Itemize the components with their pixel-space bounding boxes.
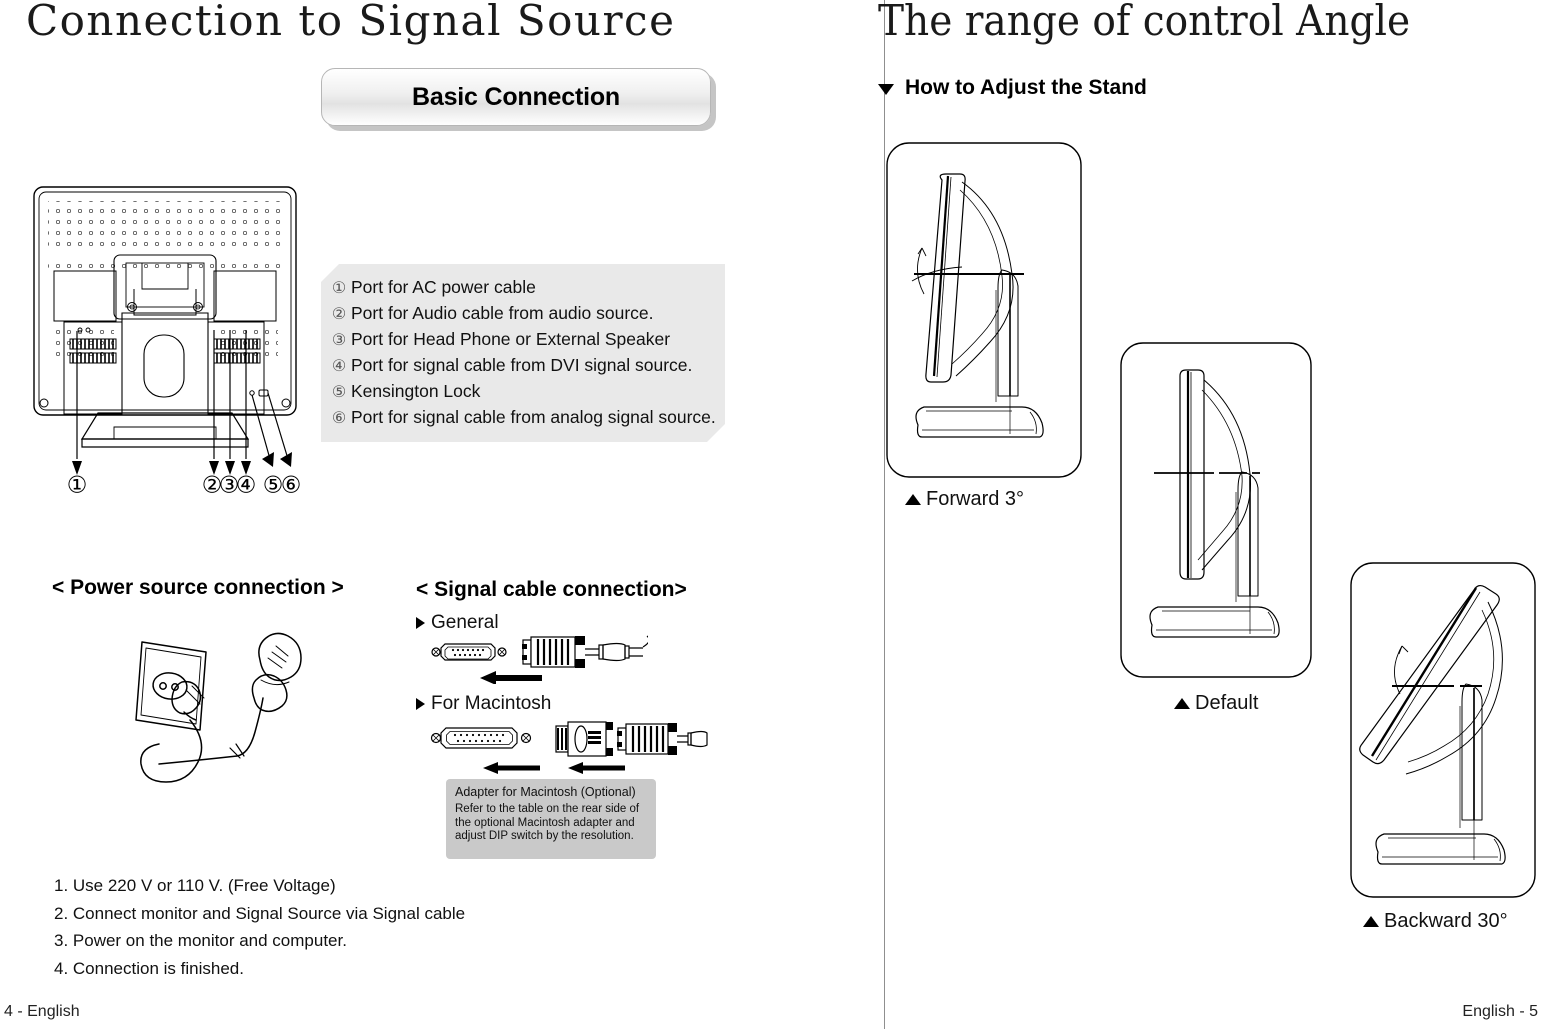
monitor-rear-illustration: ① ② ③ ④ ⑤ ⑥ [33, 186, 302, 496]
port-description: Port for Head Phone or External Speaker [351, 329, 671, 349]
signal-cable-section-heading: < Signal cable connection> [416, 578, 687, 601]
general-label-text: General [431, 612, 499, 633]
macintosh-label-text: For Macintosh [431, 693, 552, 714]
port-number: ③ [331, 332, 347, 349]
list-item: ② Port for Audio cable from audio source… [329, 301, 725, 327]
connection-steps-list: 1. Use 220 V or 110 V. (Free Voltage) 2.… [54, 872, 465, 982]
triangle-up-icon [1363, 916, 1379, 927]
basic-connection-button[interactable]: Basic Connection [321, 68, 711, 126]
note-title: Adapter for Macintosh (Optional) [455, 785, 636, 799]
footer-right-page-number: English - 5 [1462, 1003, 1538, 1020]
list-item: ⑤ Kensington Lock [329, 379, 725, 405]
port-number: ⑤ [331, 384, 347, 401]
arrow-left-icon [568, 762, 625, 774]
stand-backward-caption: Backward 30° [1363, 910, 1508, 933]
triangle-right-icon [416, 617, 425, 629]
stand-default-caption-text: Default [1195, 692, 1259, 714]
ports-legend-panel: ① Port for AC power cable ② Port for Aud… [321, 264, 725, 442]
stand-backward-illustration [1350, 562, 1536, 898]
triangle-right-icon [416, 698, 425, 710]
triangle-up-icon [905, 494, 921, 505]
general-connection-label: General [416, 612, 499, 634]
adjust-stand-subheading: How to Adjust the Stand [878, 76, 1147, 100]
stand-forward-illustration [886, 142, 1082, 478]
arrow-left-icon [483, 762, 540, 774]
page-title-right: The range of control Angle [878, 0, 1411, 45]
port-description: Port for signal cable from DVI signal so… [351, 355, 693, 375]
port-number: ① [331, 280, 347, 297]
arrow-left-icon [480, 671, 542, 684]
general-signal-cable-illustration [431, 635, 648, 684]
stand-forward-caption-text: Forward 3° [926, 488, 1025, 510]
macintosh-signal-cable-illustration [430, 721, 708, 774]
stand-forward-caption: Forward 3° [905, 488, 1024, 511]
power-source-section-heading: < Power source connection > [52, 576, 344, 599]
left-page: Connection to Signal Source Basic Connec… [0, 0, 884, 1029]
callout-number-6: ⑥ [281, 473, 302, 496]
triangle-up-icon [1174, 698, 1190, 709]
port-description: Port for AC power cable [351, 277, 536, 297]
port-number: ④ [331, 358, 347, 375]
list-item: ③ Port for Head Phone or External Speake… [329, 327, 725, 353]
list-item: 4. Connection is finished. [54, 958, 244, 978]
list-item: 1. Use 220 V or 110 V. (Free Voltage) [54, 876, 336, 895]
list-item: ⑥ Port for signal cable from analog sign… [329, 405, 725, 431]
basic-connection-label: Basic Connection [412, 82, 620, 111]
port-description: Kensington Lock [351, 381, 481, 401]
callout-number-4: ④ [236, 473, 257, 496]
stand-backward-caption-text: Backward 30° [1384, 910, 1508, 932]
stand-default-illustration [1120, 342, 1312, 678]
list-item: 3. Power on the monitor and computer. [54, 931, 347, 950]
macintosh-adapter-note: Adapter for Macintosh (Optional) Refer t… [446, 779, 656, 859]
port-number: ⑥ [331, 410, 347, 427]
triangle-down-icon [878, 83, 894, 95]
note-body: Refer to the table on the rear side of t… [455, 803, 640, 842]
port-description: Port for Audio cable from audio source. [351, 303, 654, 323]
adjust-stand-subheading-text: How to Adjust the Stand [905, 76, 1147, 99]
list-item: 2. Connect monitor and Signal Source via… [54, 903, 466, 923]
port-number: ② [331, 306, 347, 323]
power-cable-illustration [135, 632, 302, 783]
ports-legend-list: ① Port for AC power cable ② Port for Aud… [329, 275, 725, 431]
footer-left-page-number: 4 - English [4, 1003, 80, 1020]
macintosh-connection-label: For Macintosh [416, 693, 551, 715]
callout-number-1: ① [67, 473, 88, 496]
page-title-left: Connection to Signal Source [26, 0, 676, 45]
list-item: ① Port for AC power cable [329, 275, 725, 301]
port-description: Port for signal cable from analog signal… [351, 407, 716, 427]
list-item: ④ Port for signal cable from DVI signal … [329, 353, 725, 379]
stand-default-caption: Default [1174, 692, 1258, 715]
